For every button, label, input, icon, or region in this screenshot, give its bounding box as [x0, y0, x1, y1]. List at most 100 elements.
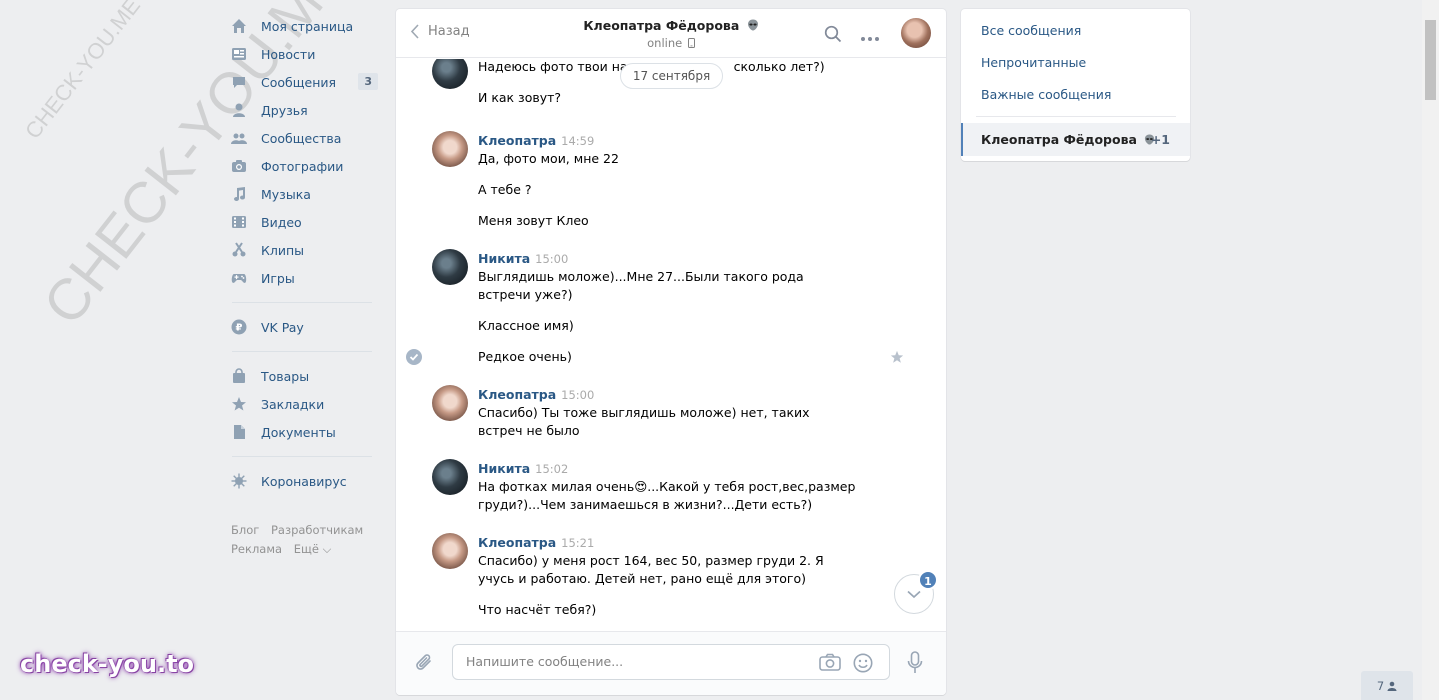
nav-label: Сообщества	[261, 130, 342, 146]
nav-label: Товары	[261, 368, 310, 384]
message-author[interactable]: Клеопатра 14:59	[478, 133, 594, 148]
svg-text:₽: ₽	[236, 323, 243, 334]
message-input-box	[452, 644, 890, 680]
gamepad-icon	[231, 270, 247, 286]
mobile-icon	[687, 38, 695, 48]
active-dialog-count: +1	[1150, 132, 1170, 147]
message-text: Классное имя)	[478, 318, 574, 333]
avatar[interactable]	[432, 59, 468, 89]
filter-all-messages[interactable]: Все сообщения	[981, 23, 1081, 38]
nav-item-video[interactable]: Видео	[228, 208, 378, 236]
more-icon[interactable]	[860, 30, 880, 45]
nav-item-documents[interactable]: Документы	[228, 418, 378, 446]
dialog-filters: Все сообщения Непрочитанные Важные сообщ…	[961, 9, 1190, 161]
nav-label: VK Pay	[261, 319, 304, 335]
camera-icon[interactable]	[819, 653, 841, 674]
message-author[interactable]: Никита 15:00	[478, 251, 568, 266]
friends-icon	[231, 102, 247, 118]
nav-item-music[interactable]: Музыка	[228, 180, 378, 208]
nav-label: Видео	[261, 214, 302, 230]
message-time: 14:59	[561, 134, 595, 148]
avatar[interactable]	[432, 131, 468, 167]
message-text: И как зовут?	[478, 90, 562, 105]
chat-panel: Назад Клеопатра Фёдорова online 17 сентя…	[396, 9, 946, 695]
nav-label: Игры	[261, 270, 295, 286]
message-text: На фотках милая очень😍...Какой у тебя ро…	[478, 479, 856, 512]
avatar[interactable]	[432, 249, 468, 285]
nav-item-photos[interactable]: Фотографии	[228, 152, 378, 180]
message-time: 15:00	[535, 252, 569, 266]
message-text: Что насчёт тебя?)	[478, 602, 597, 617]
composer	[396, 631, 946, 695]
nav-item-friends[interactable]: Друзья	[228, 96, 378, 124]
message-text: Спасибо) у меня рост 164, вес 50, размер…	[478, 553, 824, 586]
message-time: 15:00	[561, 388, 595, 402]
watermark-corner: check-you.to	[20, 650, 195, 678]
footer-link-more[interactable]: Ещё ⌵	[294, 542, 332, 556]
avatar[interactable]	[432, 385, 468, 421]
message-author[interactable]: Клеопатра 15:00	[478, 387, 594, 402]
nav-item-vkpay[interactable]: ₽ VK Pay	[228, 313, 378, 341]
message-text: Меня зовут Клео	[478, 213, 589, 228]
check-circle-icon[interactable]	[406, 349, 422, 368]
online-friends-button[interactable]: 7	[1361, 671, 1413, 700]
active-dialog-item[interactable]: Клеопатра Фёдорова +1	[961, 123, 1190, 156]
nav-item-clips[interactable]: Клипы	[228, 236, 378, 264]
left-nav: Моя страница Новости Сообщения 3 Друзья …	[228, 12, 378, 559]
news-icon	[231, 46, 247, 62]
message-history[interactable]: 17 сентября Надеюсь фото твои на сколько …	[396, 59, 946, 631]
footer-links: Блог Разработчикам Реклама Ещё ⌵	[231, 521, 378, 559]
nav-item-bookmarks[interactable]: Закладки	[228, 390, 378, 418]
peer-avatar[interactable]	[901, 18, 931, 48]
nav-item-news[interactable]: Новости	[228, 40, 378, 68]
message-text: Выглядишь моложе)...Мне 27...Были такого…	[478, 269, 804, 302]
nav-item-coronavirus[interactable]: Коронавирус	[228, 467, 378, 495]
nav-label: Моя страница	[261, 18, 354, 34]
nav-item-goods[interactable]: Товары	[228, 362, 378, 390]
messages-icon	[231, 74, 247, 90]
unread-badge: 1	[918, 570, 938, 590]
microphone-icon[interactable]	[907, 651, 923, 678]
message-text: А тебе ?	[478, 182, 532, 197]
star-icon[interactable]	[890, 350, 904, 367]
smile-icon[interactable]	[853, 653, 873, 676]
footer-link-developers[interactable]: Разработчикам	[271, 523, 363, 537]
active-dialog-name: Клеопатра Фёдорова	[981, 132, 1137, 147]
message-input[interactable]	[466, 654, 796, 669]
nav-label: Музыка	[261, 186, 311, 202]
message-text: Спасибо) Ты тоже выглядишь моложе) нет, …	[478, 405, 810, 438]
filter-important[interactable]: Важные сообщения	[981, 87, 1111, 102]
nav-item-messages[interactable]: Сообщения 3	[228, 68, 378, 96]
nav-item-my-page[interactable]: Моя страница	[228, 12, 378, 40]
message-author[interactable]: Никита 15:02	[478, 461, 568, 476]
document-icon	[231, 424, 247, 440]
shopping-bag-icon	[231, 368, 247, 384]
nav-label: Новости	[261, 46, 316, 62]
page-scrollbar[interactable]	[1422, 0, 1439, 700]
message-time: 15:21	[561, 536, 595, 550]
peer-status: online	[647, 36, 683, 50]
nav-label: Сообщения	[261, 74, 337, 90]
person-icon	[1387, 681, 1397, 691]
nav-divider	[232, 302, 372, 303]
message-author[interactable]: Клеопатра 15:21	[478, 535, 594, 550]
avatar[interactable]	[432, 533, 468, 569]
chevron-down-icon	[907, 590, 921, 598]
filter-divider	[976, 116, 1176, 117]
vkpay-icon: ₽	[231, 319, 247, 335]
message-time: 15:02	[535, 462, 569, 476]
footer-link-blog[interactable]: Блог	[231, 523, 259, 537]
nav-item-games[interactable]: Игры	[228, 264, 378, 292]
search-icon[interactable]	[824, 25, 842, 46]
nav-item-groups[interactable]: Сообщества	[228, 124, 378, 152]
footer-link-ads[interactable]: Реклама	[231, 542, 282, 556]
filter-unread[interactable]: Непрочитанные	[981, 55, 1086, 70]
avatar[interactable]	[432, 459, 468, 495]
alien-emoji-icon	[747, 19, 758, 31]
messages-count-badge: 3	[358, 73, 378, 90]
video-icon	[231, 214, 247, 230]
scrollbar-thumb[interactable]	[1425, 20, 1436, 100]
nav-label: Друзья	[261, 102, 308, 118]
paperclip-icon[interactable]	[414, 652, 436, 677]
nav-divider	[232, 456, 372, 457]
